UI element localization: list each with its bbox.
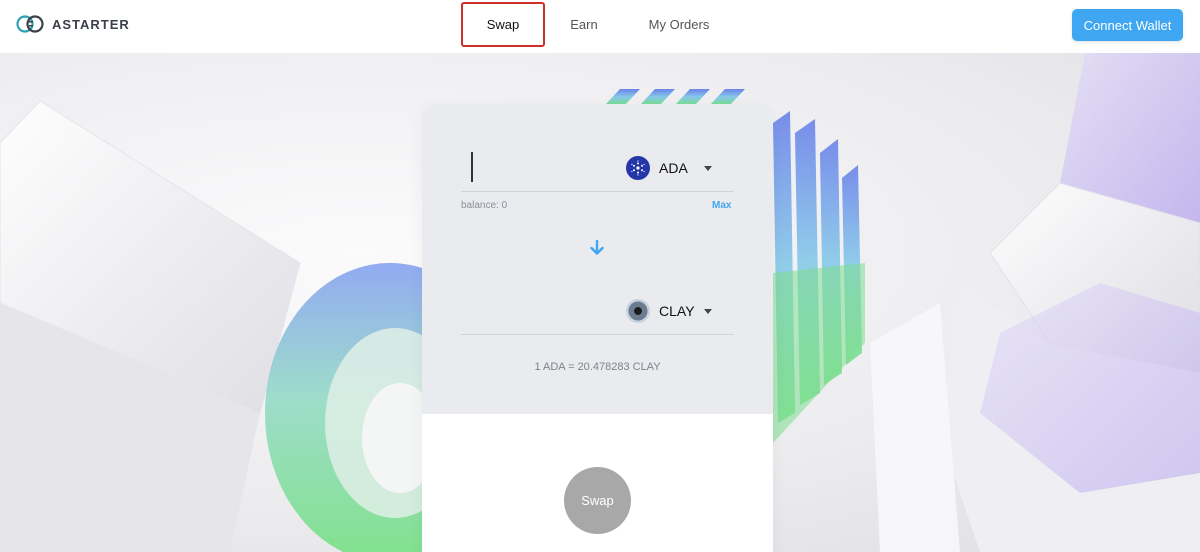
- cardano-icon: [626, 156, 650, 180]
- brand-name: ASTARTER: [52, 16, 130, 32]
- chevron-down-icon: [704, 165, 712, 171]
- text-cursor: [471, 152, 473, 182]
- astarter-logo-icon: [16, 15, 44, 33]
- max-button[interactable]: Max: [712, 200, 731, 211]
- clay-icon: [626, 299, 650, 323]
- top-navbar: ASTARTER Swap Earn My Orders Connect Wal…: [0, 0, 1200, 53]
- swap-card: ADA balance: 0 Max CLAY 1 ADA = 20.47828…: [422, 104, 773, 552]
- brand-logo[interactable]: ASTARTER: [16, 13, 130, 35]
- exchange-rate: 1 ADA = 20.478283 CLAY: [534, 361, 661, 373]
- to-amount-row[interactable]: CLAY: [461, 285, 734, 335]
- tab-earn[interactable]: Earn: [556, 0, 612, 48]
- from-amount-row[interactable]: ADA: [461, 142, 734, 192]
- to-token-name: CLAY: [659, 303, 695, 319]
- swap-card-form: ADA balance: 0 Max CLAY 1 ADA = 20.47828…: [422, 104, 773, 414]
- balance-label: balance: 0: [461, 200, 508, 211]
- connect-wallet-button[interactable]: Connect Wallet: [1072, 9, 1183, 41]
- active-tab-highlight: [461, 2, 545, 47]
- tab-my-orders[interactable]: My Orders: [640, 0, 718, 48]
- from-token-name: ADA: [659, 160, 688, 176]
- arrow-down-icon[interactable]: [587, 238, 607, 258]
- to-token-selector[interactable]: CLAY: [626, 298, 712, 324]
- from-token-selector[interactable]: ADA: [626, 155, 712, 181]
- chevron-down-icon: [704, 308, 712, 314]
- swap-submit-button[interactable]: Swap: [564, 467, 631, 534]
